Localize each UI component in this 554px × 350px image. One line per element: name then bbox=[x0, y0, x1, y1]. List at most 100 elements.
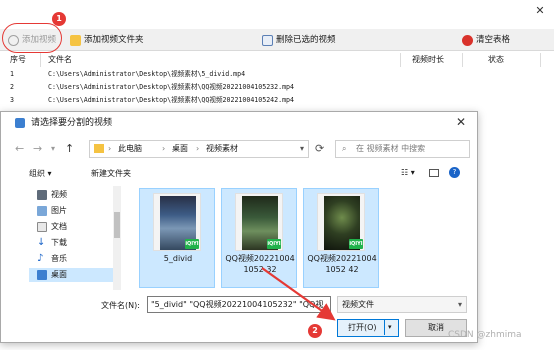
tree-label: 文档 bbox=[51, 222, 67, 231]
app-titlebar: ✕ bbox=[0, 0, 554, 28]
dialog-titlebar: 请选择要分割的视频 bbox=[1, 112, 479, 134]
clear-icon bbox=[462, 34, 473, 46]
header-duration[interactable]: 视频时长 bbox=[412, 54, 444, 65]
tree-item-music[interactable]: ♪ 音乐 bbox=[37, 252, 67, 266]
highlight-circle bbox=[2, 23, 62, 53]
close-window-icon[interactable]: ✕ bbox=[528, 0, 552, 24]
video-thumbnail: iQIYI bbox=[235, 193, 283, 251]
chevron-down-icon[interactable]: ▾ bbox=[388, 320, 392, 335]
recent-chevron-icon[interactable]: ▾ bbox=[51, 144, 55, 153]
command-bar: 组织 ▾ 新建文件夹 ☷ ▾ ? bbox=[1, 164, 479, 184]
tree-item-documents[interactable]: 文档 bbox=[37, 220, 67, 234]
filename-row: 文件名(N): "5_divid" "QQ视频20221004105232" "… bbox=[1, 296, 479, 314]
organize-menu[interactable]: 组织 ▾ bbox=[29, 168, 52, 179]
split-divider bbox=[384, 320, 385, 335]
tree-item-desktop[interactable]: 桌面 bbox=[29, 268, 113, 282]
row-filename: C:\Users\Administrator\Desktop\视频素材\5_di… bbox=[48, 70, 246, 78]
header-status[interactable]: 状态 bbox=[488, 54, 504, 65]
file-name: QQ视频202210041052 42 bbox=[307, 254, 377, 274]
pictures-folder-icon bbox=[37, 206, 47, 216]
tree-label: 音乐 bbox=[51, 254, 67, 263]
breadcrumb-video-folder[interactable]: 视频素材 bbox=[206, 141, 238, 157]
scrollbar-thumb[interactable] bbox=[114, 212, 120, 238]
breadcrumb-separator-icon: › bbox=[196, 144, 200, 153]
documents-folder-icon bbox=[37, 222, 47, 232]
tree-item-downloads[interactable]: ↓ 下载 bbox=[37, 236, 67, 250]
filename-input[interactable]: "5_divid" "QQ视频20221004105232" "QQ视 bbox=[147, 296, 331, 313]
file-item[interactable]: iQIYI QQ视频202210041052 42 bbox=[303, 188, 379, 288]
add-folder-button[interactable]: 添加视频文件夹 bbox=[70, 32, 144, 48]
download-folder-icon: ↓ bbox=[37, 237, 46, 248]
tree-item-pictures[interactable]: 图片 bbox=[37, 204, 67, 218]
chevron-down-icon: ▾ bbox=[457, 300, 462, 309]
close-icon[interactable]: ✕ bbox=[453, 114, 469, 130]
tree-label: 下载 bbox=[51, 238, 67, 247]
breadcrumb-this-pc[interactable]: 此电脑 bbox=[118, 141, 142, 157]
column-divider bbox=[40, 53, 41, 67]
main-toolbar: 添加视频 添加视频文件夹 删除已选的视频 清空表格 bbox=[0, 29, 554, 51]
search-input[interactable]: ⌕ 在 视频素材 中搜索 bbox=[335, 140, 470, 158]
open-button[interactable]: 打开(O) ▾ bbox=[337, 319, 399, 337]
view-options-icon[interactable]: ☷ ▾ bbox=[401, 168, 415, 177]
table-row[interactable]: 3 C:\Users\Administrator\Desktop\视频素材\QQ… bbox=[0, 94, 554, 106]
tree-scrollbar[interactable] bbox=[113, 186, 121, 290]
row-filename: C:\Users\Administrator\Desktop\视频素材\QQ视频… bbox=[48, 96, 294, 104]
folder-icon bbox=[94, 144, 104, 153]
delete-selected-label: 删除已选的视频 bbox=[276, 35, 336, 45]
filename-label: 文件名(N): bbox=[101, 301, 140, 310]
breadcrumb-desktop[interactable]: 桌面 bbox=[172, 141, 188, 157]
watermark: CSDN @zhmima bbox=[448, 330, 522, 340]
address-bar[interactable]: › 此电脑 › 桌面 › 视频素材 ▾ bbox=[89, 140, 309, 158]
file-item[interactable]: iQIYI 5_divid bbox=[139, 188, 215, 288]
column-divider bbox=[400, 53, 401, 67]
filetype-select[interactable]: 视频文件 ▾ bbox=[337, 296, 467, 313]
new-folder-button[interactable]: 新建文件夹 bbox=[91, 168, 131, 179]
iqiyi-logo-icon: iQIYI bbox=[185, 239, 199, 249]
video-folder-icon bbox=[37, 190, 47, 200]
chevron-down-icon[interactable]: ▾ bbox=[300, 141, 304, 157]
navigation-bar: ← → ▾ ↑ › 此电脑 › 桌面 › 视频素材 ▾ ⟳ ⌕ 在 视频素材 中… bbox=[1, 136, 479, 162]
dialog-title: 请选择要分割的视频 bbox=[31, 118, 113, 128]
header-filename[interactable]: 文件名 bbox=[48, 54, 72, 65]
tree-label: 桌面 bbox=[51, 270, 67, 279]
row-index: 2 bbox=[10, 83, 14, 91]
iqiyi-logo-icon: iQIYI bbox=[267, 239, 281, 249]
table-row[interactable]: 2 C:\Users\Administrator\Desktop\视频素材\QQ… bbox=[0, 81, 554, 93]
breadcrumb-separator-icon: › bbox=[162, 144, 166, 153]
header-index[interactable]: 序号 bbox=[10, 54, 26, 65]
video-thumbnail: iQIYI bbox=[153, 193, 201, 251]
preview-pane-icon[interactable] bbox=[429, 169, 439, 177]
app-icon bbox=[15, 118, 25, 128]
column-divider bbox=[540, 53, 541, 67]
table-row[interactable]: 1 C:\Users\Administrator\Desktop\视频素材\5_… bbox=[0, 68, 554, 80]
row-index: 1 bbox=[10, 70, 14, 78]
file-dialog: 请选择要分割的视频 ✕ ← → ▾ ↑ › 此电脑 › 桌面 › 视频素材 ▾ … bbox=[0, 111, 478, 343]
iqiyi-logo-icon: iQIYI bbox=[349, 239, 363, 249]
breadcrumb-separator-icon: › bbox=[108, 144, 112, 153]
file-list: iQIYI 5_divid iQIYI QQ视频202210041052 32 … bbox=[125, 186, 465, 290]
file-name: 5_divid bbox=[163, 254, 193, 263]
file-name: QQ视频202210041052 32 bbox=[225, 254, 295, 274]
row-filename: C:\Users\Administrator\Desktop\视频素材\QQ视频… bbox=[48, 83, 294, 91]
desktop-folder-icon bbox=[37, 270, 47, 280]
tree-item-videos[interactable]: 视频 bbox=[37, 188, 67, 202]
help-icon[interactable]: ? bbox=[449, 167, 460, 178]
music-folder-icon: ♪ bbox=[37, 253, 44, 264]
row-index: 3 bbox=[10, 96, 14, 104]
folder-add-icon bbox=[70, 34, 81, 46]
step-2-badge: 2 bbox=[308, 324, 322, 338]
open-button-label: 打开(O) bbox=[348, 323, 377, 332]
tree-label: 视频 bbox=[51, 190, 67, 199]
delete-list-icon bbox=[262, 34, 273, 46]
clear-table-label: 清空表格 bbox=[476, 35, 511, 45]
delete-selected-button[interactable]: 删除已选的视频 bbox=[262, 32, 336, 48]
up-arrow-icon[interactable]: ↑ bbox=[65, 142, 74, 155]
refresh-icon[interactable]: ⟳ bbox=[315, 142, 324, 155]
forward-arrow-icon[interactable]: → bbox=[33, 142, 42, 155]
file-item[interactable]: iQIYI QQ视频202210041052 32 bbox=[221, 188, 297, 288]
clear-table-button[interactable]: 清空表格 bbox=[462, 32, 510, 48]
search-placeholder: 在 视频素材 中搜索 bbox=[356, 144, 426, 153]
table-header: 序号 文件名 视频时长 状态 bbox=[0, 54, 554, 66]
back-arrow-icon[interactable]: ← bbox=[15, 142, 24, 155]
add-folder-label: 添加视频文件夹 bbox=[84, 35, 144, 45]
